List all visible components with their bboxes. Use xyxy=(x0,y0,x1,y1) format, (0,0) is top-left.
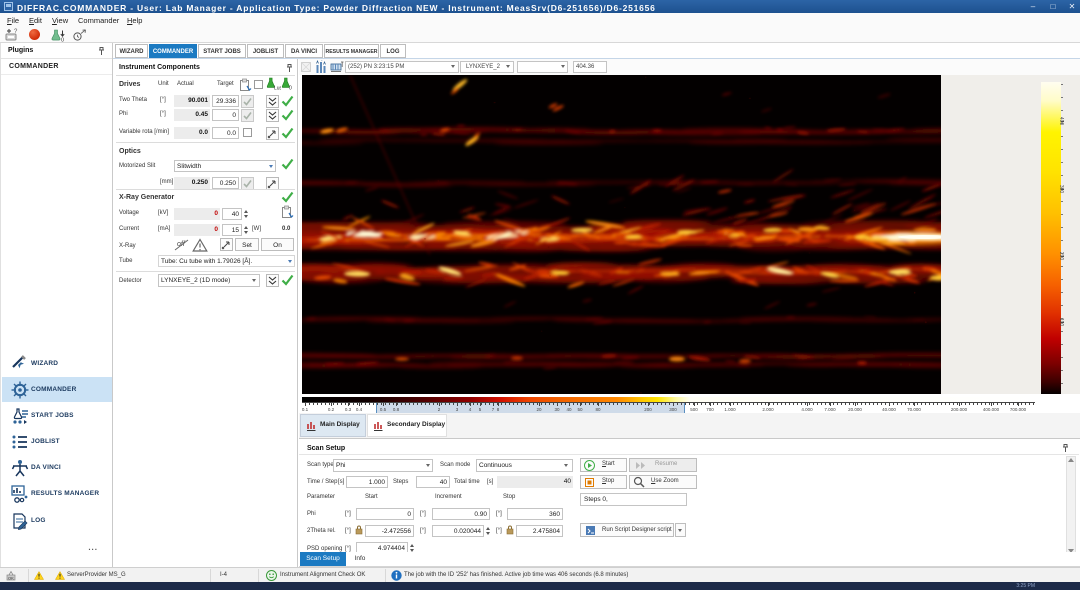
svg-text:Lus: Lus xyxy=(274,86,281,92)
svg-text:0: 0 xyxy=(289,86,292,92)
svg-text:0: 0 xyxy=(61,38,64,43)
svg-text:?: ? xyxy=(14,29,18,35)
svg-text:OK: OK xyxy=(8,576,14,581)
